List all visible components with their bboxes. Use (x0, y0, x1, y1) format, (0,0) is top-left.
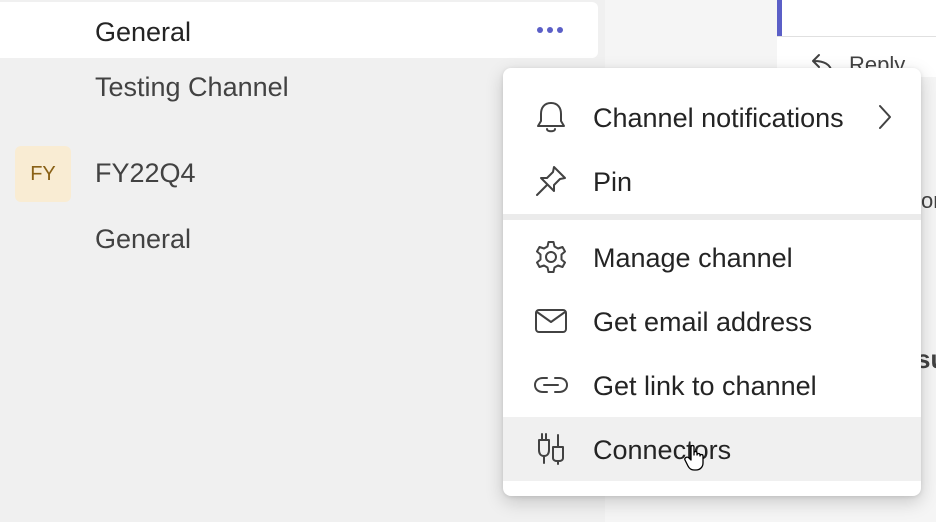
bell-icon (537, 102, 565, 133)
menu-item-label: Get email address (593, 307, 813, 337)
pin-icon (536, 166, 566, 196)
more-options-icon[interactable] (537, 27, 563, 33)
menu-item-get-email-address[interactable]: Get email address (503, 289, 921, 353)
menu-item-label: Get link to channel (593, 371, 817, 401)
message-card (777, 0, 936, 36)
channel-item-general-selected[interactable]: General (0, 2, 598, 58)
menu-item-label: Manage channel (593, 243, 793, 273)
team-name: FY22Q4 (95, 158, 196, 188)
chevron-right-icon (879, 105, 891, 129)
menu-item-connectors[interactable]: Connectors (503, 417, 921, 481)
menu-item-channel-notifications[interactable]: Channel notifications (503, 85, 921, 149)
menu-item-manage-channel[interactable]: Manage channel (503, 225, 921, 289)
channel-label: Testing Channel (95, 72, 289, 102)
link-icon (533, 377, 569, 393)
menu-item-get-link-to-channel[interactable]: Get link to channel (503, 353, 921, 417)
channel-label: General (95, 17, 192, 47)
connectors-icon (538, 433, 564, 465)
menu-item-pin[interactable]: Pin (503, 149, 921, 213)
menu-divider (503, 214, 921, 220)
menu-item-label: Channel notifications (593, 103, 844, 133)
menu-item-label: Pin (593, 167, 633, 197)
channel-label: General (95, 224, 192, 254)
peek-text: or (921, 188, 936, 213)
channel-context-menu: Channel notifications Pin Manage channel… (503, 68, 921, 496)
mail-icon (535, 309, 567, 333)
team-avatar: FY (15, 146, 71, 202)
menu-item-label: Connectors (593, 435, 732, 465)
gear-icon (536, 241, 566, 273)
hand-cursor-icon (684, 444, 704, 471)
